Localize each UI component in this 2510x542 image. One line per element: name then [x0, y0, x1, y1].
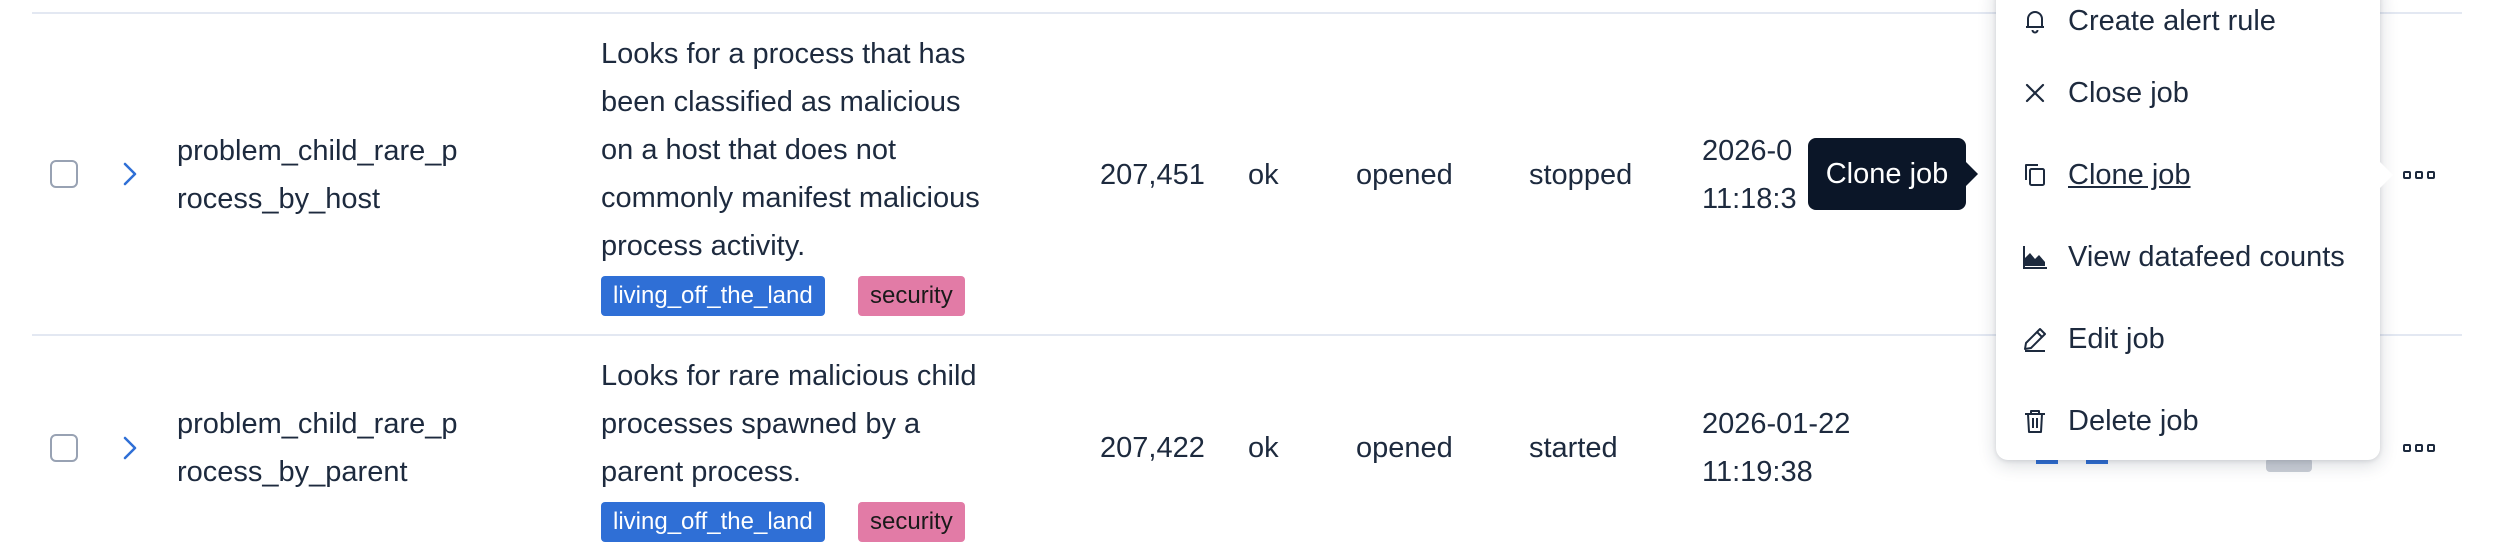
description-line: on a host that does not [601, 134, 897, 166]
copy-icon [2025, 164, 2045, 186]
description-line: process activity. [601, 230, 806, 262]
description-line: been classified as malicious [601, 86, 961, 118]
group-badge[interactable]: living_off_the_land [601, 502, 825, 542]
chart-area-icon [2023, 246, 2047, 269]
menu-item-delete-job[interactable]: Delete job [1996, 380, 2380, 462]
menu-item-label: Delete job [2068, 405, 2199, 437]
description-line: processes spawned by a [601, 408, 921, 440]
latest-timestamp-time: 11:18:3 [1702, 183, 1797, 215]
job-state: opened [1356, 432, 1453, 464]
description-line: parent process. [601, 456, 801, 488]
description-line: Looks for a process that has [601, 38, 966, 70]
trash-icon [2025, 410, 2045, 433]
bell-icon [2026, 11, 2044, 34]
pencil-icon [2024, 328, 2046, 352]
popover-arrow [2380, 162, 2393, 188]
menu-item-label: Create alert rule [2068, 5, 2276, 37]
datafeed-state: started [1529, 432, 1618, 464]
latest-timestamp-time: 11:19:38 [1702, 456, 1813, 488]
chevron-right-icon[interactable] [115, 434, 143, 462]
job-id: problem_child_rare_p [177, 135, 458, 167]
job-state: opened [1356, 159, 1453, 191]
job-description: Looks for a process that has been classi… [601, 30, 1021, 270]
menu-item-label: Edit job [2068, 323, 2165, 355]
datafeed-state: stopped [1529, 159, 1633, 191]
processed-records: 207,422 [1100, 432, 1205, 464]
memory-status: ok [1248, 159, 1279, 191]
job-description: Looks for rare malicious child processes… [601, 352, 1021, 496]
menu-item-label: Close job [2068, 77, 2189, 109]
actions-menu-button[interactable] [2403, 165, 2443, 185]
group-badge[interactable]: security [858, 502, 965, 542]
close-icon [2025, 83, 2045, 103]
job-id-continued: rocess_by_parent [177, 456, 408, 488]
tooltip-arrow [1966, 162, 1978, 186]
chevron-right-icon[interactable] [115, 160, 143, 188]
job-id: problem_child_rare_p [177, 408, 458, 440]
latest-timestamp: 2026-01-22 [1702, 408, 1851, 440]
menu-item-clone-job[interactable]: Clone job [1996, 134, 2380, 216]
description-line: commonly manifest malicious [601, 182, 980, 214]
processed-records: 207,451 [1100, 159, 1205, 191]
actions-popover-menu: Create alert rule Close job Clone job Vi… [1996, 0, 2380, 460]
group-badge[interactable]: living_off_the_land [601, 276, 825, 316]
actions-menu-button[interactable] [2403, 438, 2443, 458]
menu-item-close-job[interactable]: Close job [1996, 52, 2380, 134]
memory-status: ok [1248, 432, 1279, 464]
job-id-continued: rocess_by_host [177, 183, 381, 215]
row-select-checkbox[interactable] [50, 434, 78, 462]
menu-item-edit-job[interactable]: Edit job [1996, 298, 2380, 380]
group-badge[interactable]: security [858, 276, 965, 316]
latest-timestamp: 2026-0 [1702, 135, 1793, 167]
row-select-checkbox[interactable] [50, 160, 78, 188]
menu-item-label: View datafeed counts [2068, 241, 2345, 273]
description-line: Looks for rare malicious child [601, 360, 977, 392]
tooltip: Clone job [1808, 138, 1966, 210]
menu-item-view-datafeed-counts[interactable]: View datafeed counts [1996, 216, 2380, 298]
menu-item-label: Clone job [2068, 159, 2191, 191]
